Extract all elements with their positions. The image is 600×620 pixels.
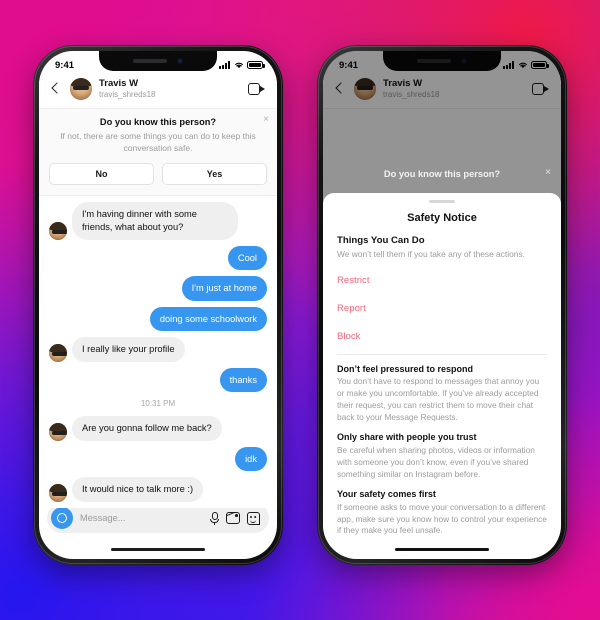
- image-icon[interactable]: [226, 512, 240, 524]
- tip-body: If someone asks to move your conversatio…: [337, 501, 547, 536]
- message-bubble[interactable]: doing some schoolwork: [149, 306, 267, 332]
- block-action[interactable]: Block: [337, 322, 547, 350]
- message-bubble[interactable]: It would nice to talk more :): [72, 477, 204, 502]
- tip-heading: Only share with people you trust: [337, 432, 477, 443]
- contact-name: Travis W: [99, 77, 139, 89]
- message-bubble[interactable]: I really like your profile: [72, 337, 185, 362]
- report-action[interactable]: Report: [337, 294, 547, 322]
- message-bubble[interactable]: Are you gonna follow me back?: [72, 416, 222, 441]
- tip-body: Be careful when sharing photos, videos o…: [337, 444, 535, 479]
- message-row: doing some schoolwork: [49, 306, 267, 332]
- no-button[interactable]: No: [49, 163, 154, 186]
- avatar[interactable]: [49, 343, 67, 362]
- message-row: I really like your profile: [49, 337, 267, 362]
- home-indicator: [395, 547, 489, 551]
- message-row: I'm having dinner with some friends, wha…: [49, 202, 267, 240]
- message-row: I'm just at home: [49, 276, 267, 301]
- message-bubble[interactable]: I'm having dinner with some friends, wha…: [72, 202, 238, 240]
- close-icon[interactable]: ×: [263, 115, 269, 125]
- section-subtext: We won’t tell them if you take any of th…: [337, 248, 525, 259]
- back-chevron-icon[interactable]: [49, 82, 63, 96]
- message-row: Cool: [49, 245, 267, 271]
- safety-tip: Don’t feel pressured to respond You don’…: [337, 364, 547, 424]
- message-bubble[interactable]: idk: [235, 446, 267, 472]
- safety-tip: Only share with people you trust Be care…: [337, 432, 547, 480]
- microphone-icon[interactable]: [210, 511, 219, 525]
- avatar[interactable]: [49, 483, 67, 502]
- banner-subtitle: If not, there are some things you can do…: [60, 131, 256, 153]
- speaker-grille: [133, 59, 167, 63]
- message-bubble[interactable]: thanks: [219, 367, 267, 393]
- message-row: Are you gonna follow me back?: [49, 416, 267, 441]
- contact-handle: travis_shreds18: [99, 89, 156, 99]
- notch: [99, 51, 217, 71]
- message-bubble[interactable]: Cool: [227, 245, 267, 271]
- status-indicators: [219, 61, 265, 69]
- home-indicator: [111, 547, 205, 551]
- sheet-body: Things You Can Do We won’t tell them if …: [323, 235, 561, 559]
- message-list: I'm having dinner with some friends, wha…: [39, 196, 277, 508]
- wifi-icon: [234, 62, 243, 69]
- chat-header-left: Travis W travis_shreds18: [39, 75, 277, 109]
- scene: 9:41 Travis W travis_shreds18 × Do you k…: [0, 0, 600, 620]
- message-bubble[interactable]: I'm just at home: [181, 276, 267, 301]
- front-camera-icon: [177, 58, 183, 64]
- message-input[interactable]: Message...: [80, 513, 203, 523]
- cellular-bars-icon: [219, 61, 230, 69]
- phone-right: 9:41 Travis W travis_shreds18 Do you kno…: [317, 45, 567, 565]
- avatar[interactable]: [70, 78, 92, 100]
- message-row: thanks: [49, 367, 267, 393]
- tip-body: You don’t have to respond to messages th…: [337, 376, 540, 422]
- yes-button[interactable]: Yes: [162, 163, 267, 186]
- divider: [337, 353, 547, 355]
- sticker-icon[interactable]: [247, 511, 260, 525]
- tip-heading: Your safety comes first: [337, 489, 436, 500]
- message-row: idk: [49, 446, 267, 472]
- status-time: 9:41: [55, 59, 75, 71]
- safety-notice-sheet: Safety Notice Things You Can Do We won’t…: [323, 193, 561, 559]
- message-row: It would nice to talk more :): [49, 477, 267, 502]
- message-timestamp: 10:31 PM: [140, 399, 176, 409]
- restrict-action[interactable]: Restrict: [337, 266, 547, 294]
- banner-title: Do you know this person?: [99, 117, 217, 127]
- tip-heading: Don’t feel pressured to respond: [337, 363, 474, 374]
- header-identity[interactable]: Travis W travis_shreds18: [99, 77, 241, 99]
- video-call-icon[interactable]: [248, 83, 265, 95]
- screen-right: 9:41 Travis W travis_shreds18 Do you kno…: [323, 51, 561, 559]
- close-icon[interactable]: ×: [545, 167, 551, 178]
- banner-title: Do you know this person?: [383, 169, 501, 179]
- banner-buttons: No Yes: [49, 163, 267, 186]
- know-person-banner: × Do you know this person? If not, there…: [39, 109, 277, 197]
- safety-tip: Your safety comes first If someone asks …: [337, 489, 547, 537]
- phone-left: 9:41 Travis W travis_shreds18 × Do you k…: [33, 45, 283, 565]
- safety-actions: Restrict Report Block: [337, 266, 547, 350]
- sheet-title: Safety Notice: [407, 212, 477, 224]
- avatar[interactable]: [49, 422, 67, 441]
- section-heading: Things You Can Do: [337, 235, 425, 246]
- screen-left: 9:41 Travis W travis_shreds18 × Do you k…: [39, 51, 277, 559]
- battery-icon: [247, 61, 265, 69]
- camera-icon[interactable]: [51, 507, 73, 529]
- avatar[interactable]: [49, 221, 67, 240]
